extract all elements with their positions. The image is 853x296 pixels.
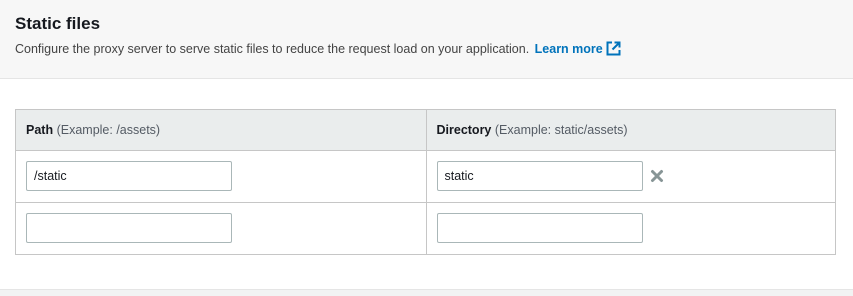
table-row (16, 149, 835, 202)
path-column-label: Path (26, 122, 54, 137)
directory-cell (426, 149, 835, 202)
close-icon (650, 170, 663, 182)
path-column-header: Path (Example: /assets) (16, 110, 427, 151)
path-input[interactable] (26, 161, 232, 191)
directory-column-hint: (Example: static/assets) (494, 122, 628, 137)
panel-description: Configure the proxy server to serve stat… (15, 40, 621, 61)
path-input[interactable] (26, 213, 232, 244)
table-row (16, 201, 835, 254)
directory-cell (426, 201, 835, 254)
description-text: Configure the proxy server to serve stat… (15, 42, 530, 56)
table-header-row: Path (Example: /assets) Directory (Examp… (16, 110, 835, 151)
path-cell (16, 201, 427, 254)
directory-column-header: Directory (Example: static/assets) (426, 110, 835, 151)
directory-input[interactable] (436, 213, 643, 244)
external-link-icon (606, 41, 621, 61)
directory-column-label: Directory (436, 122, 492, 137)
path-column-hint: (Example: /assets) (56, 122, 161, 137)
panel-title: Static files (15, 14, 101, 33)
path-cell (16, 149, 427, 202)
remove-row-button[interactable] (649, 168, 665, 184)
learn-more-label: Learn more (534, 42, 603, 56)
directory-input[interactable] (436, 161, 643, 191)
static-files-table: Path (Example: /assets) Directory (Examp… (15, 109, 836, 255)
learn-more-link[interactable]: Learn more (534, 41, 621, 56)
panel-header: Static files Configure the proxy server … (0, 0, 853, 79)
